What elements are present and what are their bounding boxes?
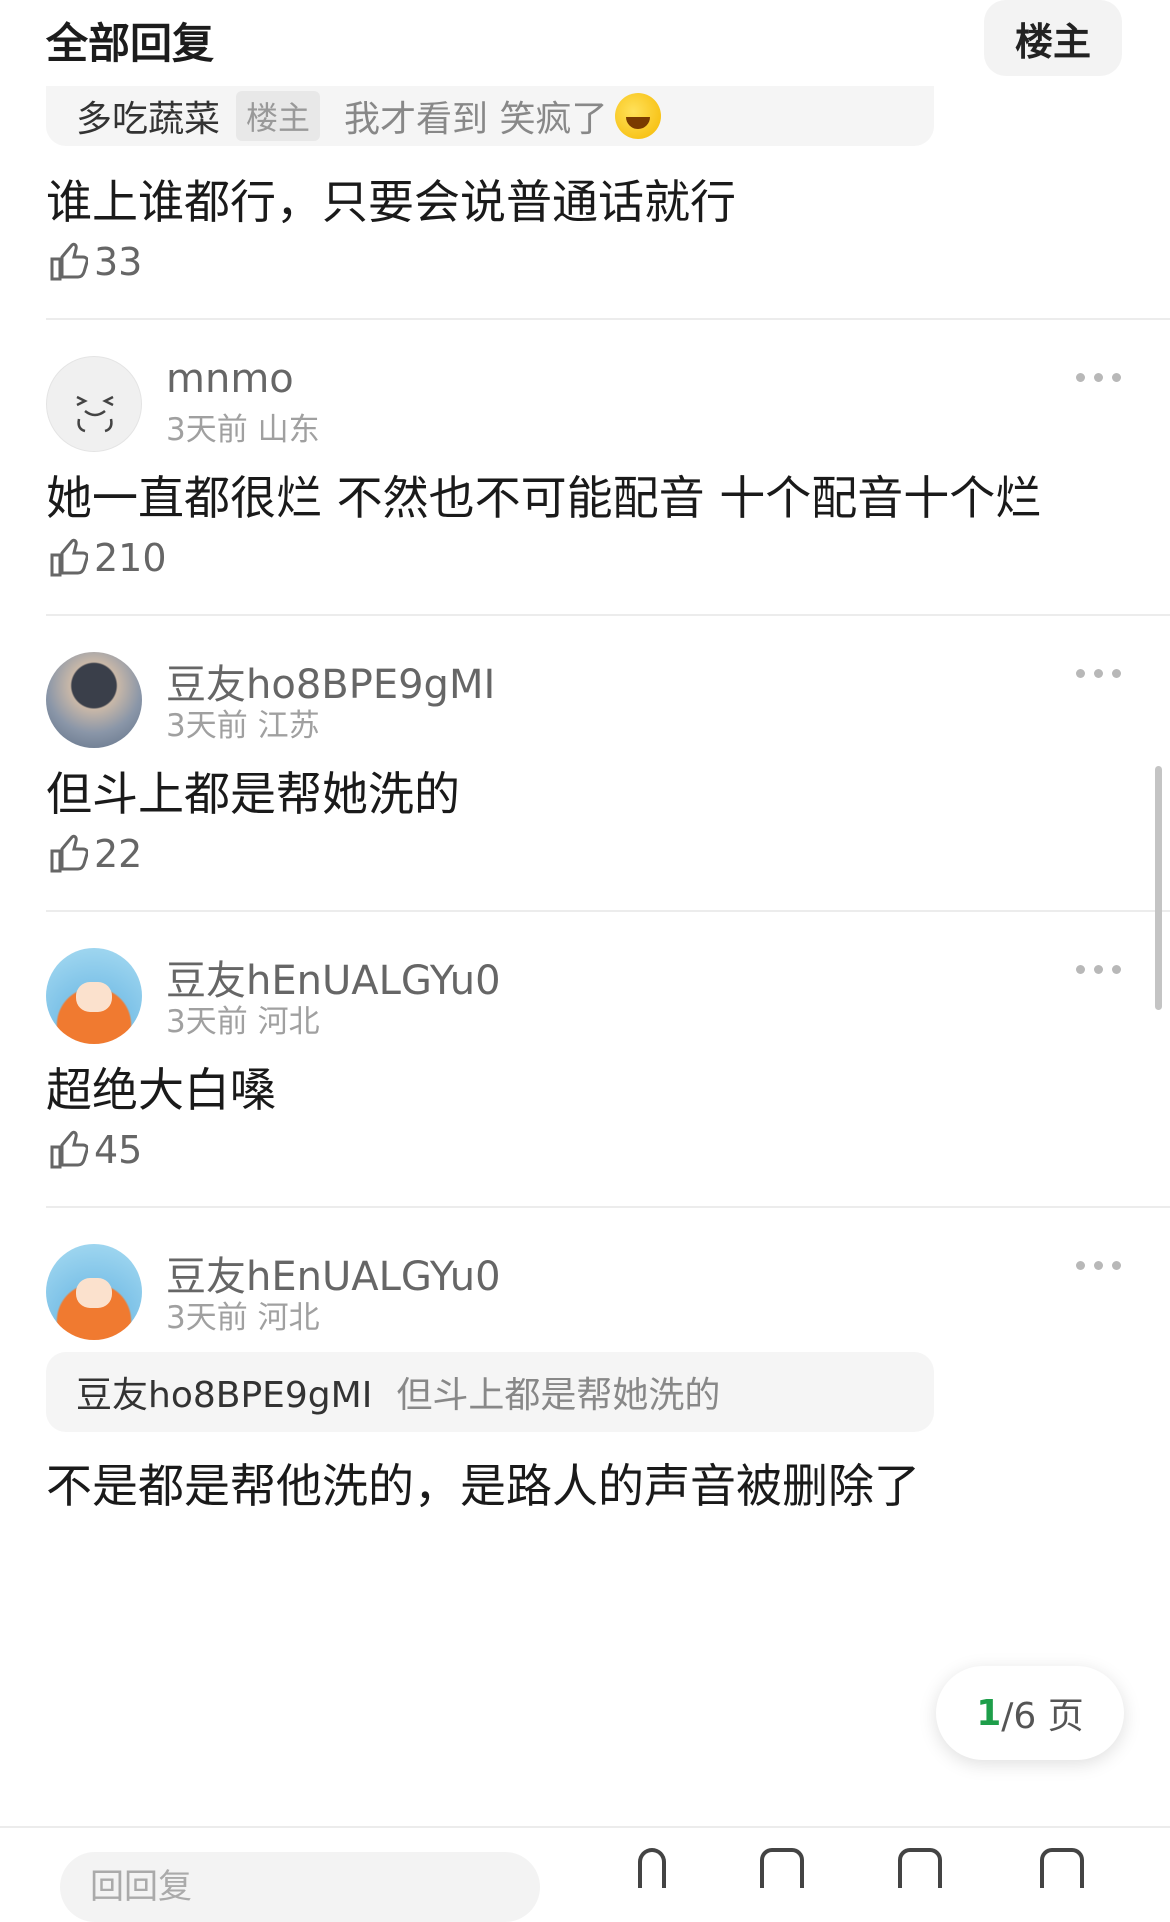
divider [46, 318, 1170, 320]
quote-text: 但斗上都是帮她洗的 [396, 1375, 721, 1416]
thumbs-up-icon [50, 242, 88, 281]
post-meta: 3天前 河北 [166, 996, 320, 1041]
page-title: 全部回复 [46, 19, 215, 68]
rolling-laugh-emoji-icon [615, 93, 662, 139]
quoted-reply[interactable]: 多吃蔬菜 楼主 我才看到 笑疯了 [46, 86, 934, 146]
avatar[interactable] [46, 948, 142, 1044]
louzhu-tag: 楼主 [236, 91, 321, 141]
avatar[interactable] [46, 652, 142, 748]
post-location: 河北 [257, 1300, 320, 1336]
quote-author[interactable]: 多吃蔬菜 [76, 90, 220, 142]
like-count: 210 [94, 536, 167, 580]
comment-content: 她一直都很烂 不然也不可能配音 十个配音十个烂 [46, 471, 1042, 525]
post-time: 3天前 [166, 708, 248, 744]
scrollbar[interactable] [1155, 766, 1162, 1010]
page-indicator[interactable]: 1 /6 页 [936, 1666, 1124, 1760]
like-button[interactable]: 45 [48, 1128, 142, 1172]
like-button[interactable]: 33 [48, 240, 142, 284]
bottom-bar: 回回复 [0, 1826, 1170, 1922]
like-icon[interactable] [638, 1848, 666, 1888]
current-page: 1 [976, 1692, 1002, 1734]
post-location: 山东 [257, 412, 320, 448]
avatar[interactable] [46, 356, 142, 452]
like-count: 22 [94, 832, 143, 876]
comment-content: 不是都是帮他洗的，是路人的声音被删除了 [46, 1459, 920, 1513]
share-icon[interactable] [760, 1848, 804, 1888]
thumbs-up-icon [50, 834, 88, 873]
header: 全部回复 楼主 [0, 0, 1170, 90]
collect-icon[interactable] [1040, 1848, 1084, 1888]
quoted-reply[interactable]: 豆友ho8BPE9gMI 但斗上都是帮她洗的 [46, 1352, 934, 1432]
louzhu-filter-button[interactable]: 楼主 [984, 0, 1122, 76]
more-dots-icon[interactable] [1076, 666, 1124, 680]
like-button[interactable]: 210 [48, 536, 167, 580]
total-pages: /6 页 [1001, 1696, 1084, 1737]
post-location: 河北 [257, 1004, 320, 1040]
quote-author[interactable]: 豆友ho8BPE9gMI [76, 1366, 372, 1418]
post-time: 3天前 [166, 412, 248, 448]
divider [46, 614, 1170, 616]
like-button[interactable]: 22 [48, 832, 142, 876]
post-meta: 3天前 江苏 [166, 700, 320, 745]
post-meta: 3天前 山东 [166, 404, 320, 449]
comment-content: 但斗上都是帮她洗的 [46, 767, 460, 821]
thumbs-up-icon [50, 1130, 88, 1169]
divider [46, 1206, 1170, 1208]
avatar[interactable] [46, 1244, 142, 1340]
comment-icon[interactable] [898, 1848, 942, 1888]
comment-content: 超绝大白嗓 [46, 1063, 276, 1117]
more-dots-icon[interactable] [1076, 370, 1124, 384]
more-dots-icon[interactable] [1076, 962, 1124, 976]
thumbs-up-icon [50, 538, 88, 577]
more-dots-icon[interactable] [1076, 1258, 1124, 1272]
post-meta: 3天前 河北 [166, 1292, 320, 1337]
like-count: 33 [94, 240, 143, 284]
post-time: 3天前 [166, 1300, 248, 1336]
sticker-face-icon [76, 395, 114, 433]
comment-content: 谁上谁都行，只要会说普通话就行 [46, 175, 736, 229]
divider [46, 910, 1170, 912]
quote-text: 我才看到 笑疯了 [344, 99, 608, 140]
post-time: 3天前 [166, 1004, 248, 1040]
username[interactable]: mnmo [166, 356, 294, 402]
reply-input[interactable]: 回回复 [60, 1852, 540, 1922]
like-count: 45 [94, 1128, 143, 1172]
post-location: 江苏 [257, 708, 320, 744]
